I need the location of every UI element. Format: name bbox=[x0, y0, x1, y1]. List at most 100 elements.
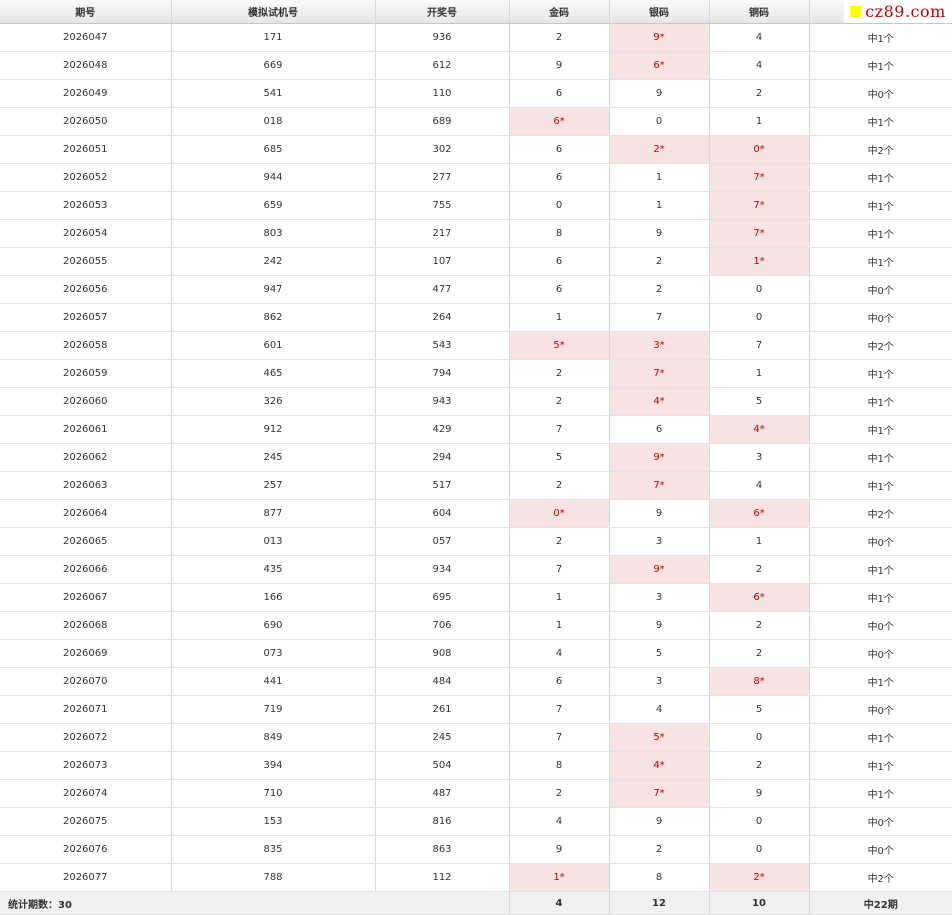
hit-count-cell: 中0个 bbox=[809, 639, 952, 668]
gold-code-cell: 2 bbox=[509, 23, 610, 52]
silver-code-cell: 4* bbox=[609, 751, 710, 780]
header-draw-number: 开奖号 bbox=[375, 0, 510, 24]
header-silver-code: 银码 bbox=[609, 0, 710, 24]
issue-cell: 2026054 bbox=[0, 219, 172, 248]
silver-code-cell: 4* bbox=[609, 387, 710, 416]
table-row: 2026054 803 217 8 9 7* 中1个 bbox=[0, 219, 952, 248]
draw-number-cell: 706 bbox=[375, 611, 510, 640]
issue-cell: 2026068 bbox=[0, 611, 172, 640]
trial-number-cell: 719 bbox=[171, 695, 376, 724]
gold-code-cell: 9 bbox=[509, 51, 610, 80]
results-table: 期号 模拟试机号 开奖号 金码 银码 铜码 中奖 202604717193629… bbox=[0, 0, 952, 915]
table-row: 2026056 947 477 6 2 0 中0个 bbox=[0, 275, 952, 304]
header-gold-code: 金码 bbox=[509, 0, 610, 24]
issue-cell: 2026065 bbox=[0, 527, 172, 556]
bronze-code-cell: 6* bbox=[709, 499, 810, 528]
draw-number-cell: 816 bbox=[375, 807, 510, 836]
issue-cell: 2026072 bbox=[0, 723, 172, 752]
bronze-code-cell: 1* bbox=[709, 247, 810, 276]
draw-number-cell: 934 bbox=[375, 555, 510, 584]
hit-count-cell: 中1个 bbox=[809, 191, 952, 220]
draw-number-cell: 543 bbox=[375, 331, 510, 360]
table-row: 2026062 245 294 5 9* 3 中1个 bbox=[0, 443, 952, 472]
trial-number-cell: 171 bbox=[171, 23, 376, 52]
draw-number-cell: 943 bbox=[375, 387, 510, 416]
silver-code-cell: 9 bbox=[609, 219, 710, 248]
silver-code-cell: 1 bbox=[609, 191, 710, 220]
issue-cell: 2026053 bbox=[0, 191, 172, 220]
issue-cell: 2026049 bbox=[0, 79, 172, 108]
trial-number-cell: 835 bbox=[171, 835, 376, 864]
hit-count-cell: 中1个 bbox=[809, 723, 952, 752]
silver-code-cell: 2 bbox=[609, 835, 710, 864]
hit-count-cell: 中2个 bbox=[809, 331, 952, 360]
bronze-code-cell: 2 bbox=[709, 611, 810, 640]
silver-code-cell: 6 bbox=[609, 415, 710, 444]
table-header: 期号 模拟试机号 开奖号 金码 银码 铜码 中奖 bbox=[0, 0, 952, 24]
silver-code-cell: 7* bbox=[609, 359, 710, 388]
issue-cell: 2026056 bbox=[0, 275, 172, 304]
gold-code-cell: 6 bbox=[509, 275, 610, 304]
issue-cell: 2026060 bbox=[0, 387, 172, 416]
bronze-code-cell: 6* bbox=[709, 583, 810, 612]
draw-number-cell: 245 bbox=[375, 723, 510, 752]
trial-number-cell: 669 bbox=[171, 51, 376, 80]
table-row: 2026048 669 612 9 6* 4 中1个 bbox=[0, 51, 952, 80]
hit-count-cell: 中2个 bbox=[809, 863, 952, 892]
issue-cell: 2026075 bbox=[0, 807, 172, 836]
bronze-code-cell: 0 bbox=[709, 303, 810, 332]
bronze-code-cell: 7* bbox=[709, 191, 810, 220]
table-row: 2026066 435 934 7 9* 2 中1个 bbox=[0, 555, 952, 584]
bronze-code-cell: 0 bbox=[709, 835, 810, 864]
trial-number-cell: 849 bbox=[171, 723, 376, 752]
issue-cell: 2026070 bbox=[0, 667, 172, 696]
hit-count-cell: 中0个 bbox=[809, 695, 952, 724]
bronze-code-cell: 2 bbox=[709, 751, 810, 780]
table-row: 2026069 073 908 4 5 2 中0个 bbox=[0, 639, 952, 668]
hit-count-cell: 中0个 bbox=[809, 807, 952, 836]
bronze-code-cell: 4 bbox=[709, 471, 810, 500]
trial-number-cell: 944 bbox=[171, 163, 376, 192]
issue-cell: 2026059 bbox=[0, 359, 172, 388]
header-trial-number: 模拟试机号 bbox=[171, 0, 376, 24]
table-row: 2026073 394 504 8 4* 2 中1个 bbox=[0, 751, 952, 780]
draw-number-cell: 504 bbox=[375, 751, 510, 780]
trial-number-cell: 685 bbox=[171, 135, 376, 164]
table-footer: 统计期数：30 4 12 10 中22期 bbox=[0, 891, 952, 915]
draw-number-cell: 487 bbox=[375, 779, 510, 808]
table-body: 2026047 171 936 2 9* 4 中1个 2026048 669 612 9 6* 4 中1个… bbox=[0, 23, 952, 892]
watermark-text: cz89.com bbox=[865, 2, 946, 21]
issue-cell: 2026069 bbox=[0, 639, 172, 668]
gold-code-cell: 1 bbox=[509, 583, 610, 612]
gold-code-cell: 0 bbox=[509, 191, 610, 220]
trial-number-cell: 877 bbox=[171, 499, 376, 528]
gold-code-cell: 7 bbox=[509, 695, 610, 724]
gold-code-cell: 2 bbox=[509, 471, 610, 500]
hit-count-cell: 中0个 bbox=[809, 303, 952, 332]
summary-silver-total: 12 bbox=[609, 891, 710, 915]
draw-number-cell: 107 bbox=[375, 247, 510, 276]
table-row: 2026049 541 110 6 9 2 中0个 bbox=[0, 79, 952, 108]
bronze-code-cell: 8* bbox=[709, 667, 810, 696]
trial-number-cell: 073 bbox=[171, 639, 376, 668]
table-row: 2026051 685 302 6 2* 0* 中2个 bbox=[0, 135, 952, 164]
gold-code-cell: 9 bbox=[509, 835, 610, 864]
bronze-code-cell: 0 bbox=[709, 807, 810, 836]
draw-number-cell: 217 bbox=[375, 219, 510, 248]
table-row: 2026067 166 695 1 3 6* 中1个 bbox=[0, 583, 952, 612]
bronze-code-cell: 5 bbox=[709, 695, 810, 724]
silver-code-cell: 0 bbox=[609, 107, 710, 136]
hit-count-cell: 中1个 bbox=[809, 163, 952, 192]
gold-code-cell: 7 bbox=[509, 415, 610, 444]
summary-count: 统计期数：30 bbox=[0, 891, 510, 915]
bronze-code-cell: 5 bbox=[709, 387, 810, 416]
draw-number-cell: 302 bbox=[375, 135, 510, 164]
trial-number-cell: 465 bbox=[171, 359, 376, 388]
hit-count-cell: 中2个 bbox=[809, 499, 952, 528]
draw-number-cell: 612 bbox=[375, 51, 510, 80]
issue-cell: 2026052 bbox=[0, 163, 172, 192]
issue-cell: 2026073 bbox=[0, 751, 172, 780]
gold-code-cell: 4 bbox=[509, 639, 610, 668]
bronze-code-cell: 0 bbox=[709, 275, 810, 304]
silver-code-cell: 9* bbox=[609, 555, 710, 584]
